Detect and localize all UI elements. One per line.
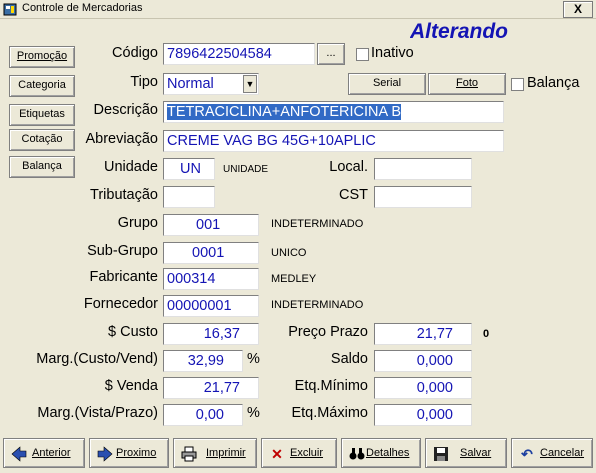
cotacao-button[interactable]: Cotação xyxy=(9,129,75,151)
salvar-label: Salvar xyxy=(460,447,492,459)
inativo-label: Inativo xyxy=(371,45,414,61)
local-label: Local. xyxy=(329,159,368,175)
abreviacao-label: Abreviação xyxy=(85,131,158,147)
balanca-label: Balança xyxy=(22,160,62,172)
cancelar-button[interactable]: ↶ Cancelar xyxy=(511,438,593,468)
delete-icon: ✕ xyxy=(271,446,283,462)
preco-prazo-label: Preço Prazo xyxy=(288,324,368,340)
fabricante-desc: MEDLEY xyxy=(271,273,317,285)
subgrupo-desc: UNICO xyxy=(271,247,307,259)
abreviacao-field[interactable]: CREME VAG BG 45G+10APLIC xyxy=(163,130,504,152)
tributacao-field[interactable] xyxy=(163,186,215,208)
window: Controle de Mercadorias X Alterando Prom… xyxy=(0,0,596,473)
excluir-label: Excluir xyxy=(290,447,324,459)
unidade-field[interactable]: UN xyxy=(163,158,215,180)
printer-icon xyxy=(181,446,197,462)
imprimir-button[interactable]: Imprimir xyxy=(173,438,257,468)
grupo-desc: INDETERMINADO xyxy=(271,218,364,230)
floppy-icon xyxy=(434,447,448,461)
local-field[interactable] xyxy=(374,158,472,180)
venda-field[interactable]: 21,77 xyxy=(163,377,259,399)
saldo-label: Saldo xyxy=(330,351,368,367)
preco-prazo-extra: 0 xyxy=(483,328,490,340)
proximo-label: Proximo xyxy=(116,447,157,459)
arrow-left-icon xyxy=(11,446,27,462)
inativo-checkbox[interactable] xyxy=(356,48,369,61)
arrow-right-icon xyxy=(97,446,113,462)
promocao-button[interactable]: Promoção xyxy=(9,46,75,68)
cst-field[interactable] xyxy=(374,186,472,208)
grupo-label: Grupo xyxy=(117,215,158,231)
undo-icon: ↶ xyxy=(521,446,533,462)
etiquetas-button[interactable]: Etiquetas xyxy=(9,104,75,126)
bottom-toolbar: Anterior Proximo Imprimir ✕ Excluir Deta… xyxy=(3,438,593,469)
grupo-field[interactable]: 001 xyxy=(163,214,259,236)
marg-custo-vend-field[interactable]: 32,99 xyxy=(163,350,243,372)
chevron-down-icon[interactable]: ▼ xyxy=(243,75,257,93)
balanca-check-label: Balança xyxy=(527,75,580,91)
cst-label: CST xyxy=(339,187,368,203)
serial-button[interactable]: Serial xyxy=(348,73,426,95)
percent2-label: % xyxy=(247,405,260,421)
fornecedor-desc: INDETERMINADO xyxy=(271,299,364,311)
detalhes-button[interactable]: Detalhes xyxy=(341,438,421,468)
fornecedor-label: Fornecedor xyxy=(83,296,158,312)
tributacao-label: Tributação xyxy=(90,187,158,203)
custo-field[interactable]: 16,37 xyxy=(163,323,259,345)
salvar-button[interactable]: Salvar xyxy=(425,438,507,468)
etq-maximo-field[interactable]: 0,000 xyxy=(374,404,472,426)
etq-minimo-label: Etq.Mínimo xyxy=(294,378,368,394)
codigo-lookup-button[interactable]: ... xyxy=(317,43,345,65)
proximo-button[interactable]: Proximo xyxy=(89,438,169,468)
etiquetas-label: Etiquetas xyxy=(19,108,65,120)
venda-label: $ Venda xyxy=(104,378,158,394)
etq-minimo-field[interactable]: 0,000 xyxy=(374,377,472,399)
descricao-value: TETRACICLINA+ANFOTERICINA B xyxy=(167,104,402,120)
window-title: Controle de Mercadorias xyxy=(22,2,143,14)
preco-prazo-field[interactable]: 21,77 xyxy=(374,323,472,345)
fabricante-label: Fabricante xyxy=(89,269,158,285)
title-bar: Controle de Mercadorias X xyxy=(0,0,596,19)
foto-label: Foto xyxy=(455,77,478,89)
descricao-field[interactable]: TETRACICLINA+ANFOTERICINA B xyxy=(163,101,504,123)
anterior-button[interactable]: Anterior xyxy=(3,438,85,468)
codigo-label: Código xyxy=(112,45,158,61)
unidade-label: Unidade xyxy=(103,159,158,175)
tipo-value: Normal xyxy=(167,76,214,92)
custo-label: $ Custo xyxy=(108,324,158,340)
binoculars-icon xyxy=(349,448,365,460)
fabricante-field[interactable]: 000314 xyxy=(163,268,259,290)
categoria-label: Categoria xyxy=(18,79,66,91)
mode-label: Alterando xyxy=(410,20,509,43)
subgrupo-field[interactable]: 0001 xyxy=(163,242,259,264)
excluir-button[interactable]: ✕ Excluir xyxy=(261,438,337,468)
tipo-select[interactable]: Normal ▼ xyxy=(163,73,259,95)
foto-button[interactable]: Foto xyxy=(428,73,506,95)
tipo-label: Tipo xyxy=(130,74,158,90)
balanca-checkbox[interactable] xyxy=(511,78,524,91)
marg-vista-prazo-field[interactable]: 0,00 xyxy=(163,404,243,426)
fornecedor-field[interactable]: 00000001 xyxy=(163,295,259,317)
marg-custo-vend-label: Marg.(Custo/Vend) xyxy=(36,351,158,367)
app-icon xyxy=(3,3,17,16)
close-button[interactable]: X xyxy=(563,1,593,18)
marg-vista-prazo-label: Marg.(Vista/Prazo) xyxy=(37,405,158,421)
percent1-label: % xyxy=(247,351,260,367)
categoria-button[interactable]: Categoria xyxy=(9,75,75,97)
cancelar-label: Cancelar xyxy=(540,447,585,459)
codigo-field[interactable]: 7896422504584 xyxy=(163,43,315,65)
anterior-label: Anterior xyxy=(32,447,71,459)
imprimir-label: Imprimir xyxy=(206,447,246,459)
unidade-desc: UNIDADE xyxy=(223,164,269,175)
cotacao-label: Cotação xyxy=(21,133,63,145)
promocao-label: Promoção xyxy=(16,50,68,62)
descricao-label: Descrição xyxy=(93,102,158,118)
detalhes-label: Detalhes xyxy=(366,447,410,459)
etq-maximo-label: Etq.Máximo xyxy=(291,405,368,421)
subgrupo-label: Sub-Grupo xyxy=(87,243,158,259)
balanca-button[interactable]: Balança xyxy=(9,156,75,178)
saldo-field[interactable]: 0,000 xyxy=(374,350,472,372)
